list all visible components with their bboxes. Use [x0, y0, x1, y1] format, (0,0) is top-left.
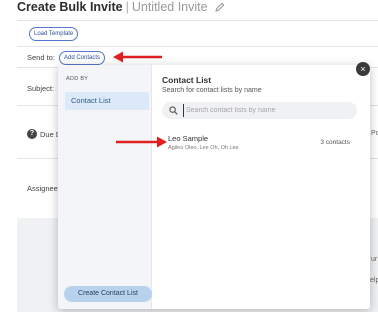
- close-icon[interactable]: ×: [356, 62, 370, 76]
- panel-title: Contact List: [162, 75, 212, 85]
- footer-fragment: ur: [371, 256, 378, 263]
- search-icon: [169, 106, 178, 115]
- search-input[interactable]: [183, 104, 353, 117]
- send-to-label: Send to:: [27, 53, 55, 62]
- pencil-icon[interactable]: [215, 2, 225, 12]
- page-header: Create Bulk Invite | Untitled Invite: [0, 0, 378, 20]
- footer-fragment: elp: [370, 277, 378, 284]
- help-icon[interactable]: ?: [27, 129, 37, 139]
- subject-label: Subject:: [27, 84, 55, 93]
- arrow-icon: [116, 136, 167, 148]
- title-text: Create Bulk Invite: [17, 0, 123, 14]
- contact-list-members: Agileo Oleo, Lee Oh, Oh Lee: [168, 145, 239, 151]
- add-contacts-modal: ADD BY Contact List Create Contact List …: [58, 65, 370, 309]
- add-contacts-button[interactable]: Add Contacts: [59, 51, 106, 65]
- search-box[interactable]: [162, 102, 357, 119]
- assignee-label: Assignee:: [27, 184, 60, 193]
- contact-list-name: Leo Sample: [168, 134, 209, 143]
- list-item[interactable]: Leo Sample Agileo Oleo, Lee Oh, Oh Lee 3…: [162, 131, 362, 153]
- sidebar-heading: ADD BY: [66, 76, 89, 82]
- panel-description: Search for contact lists by name: [162, 87, 262, 94]
- field-label-fragment: Po: [371, 130, 378, 137]
- add-by-sidebar: ADD BY Contact List Create Contact List: [58, 65, 152, 309]
- arrow-icon: [113, 51, 162, 63]
- title-separator: |: [125, 0, 129, 14]
- invite-name[interactable]: Untitled Invite: [132, 0, 208, 14]
- create-contact-list-button[interactable]: Create Contact List: [64, 286, 152, 302]
- divider: [17, 46, 378, 47]
- page-title: Create Bulk Invite | Untitled Invite: [17, 0, 225, 14]
- load-template-button[interactable]: Load Template: [29, 27, 79, 41]
- sidebar-item-contact-list[interactable]: Contact List: [65, 92, 149, 110]
- divider: [17, 20, 378, 21]
- contact-count: 3 contacts: [320, 139, 350, 146]
